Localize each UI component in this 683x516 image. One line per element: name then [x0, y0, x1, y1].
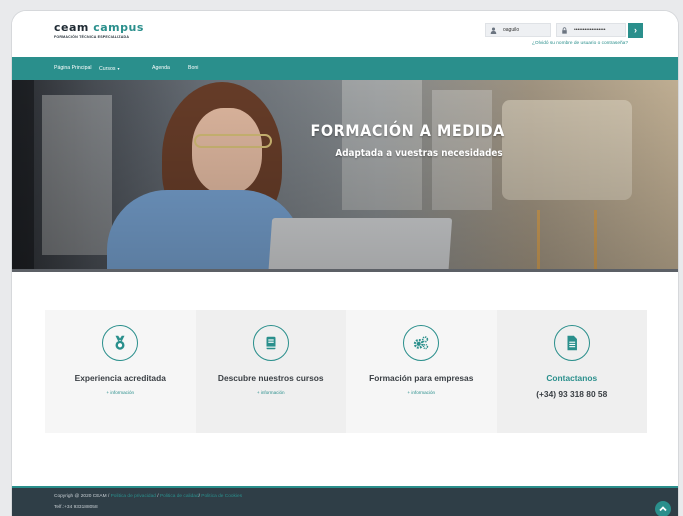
footer-phone: Telf.:+34 933188058	[54, 505, 98, 510]
nav-item-label: Página Principal	[54, 65, 92, 71]
privacy-policy-link[interactable]: Politica de privacidad	[111, 494, 156, 499]
hero-bottom-border	[12, 269, 678, 272]
feature-icon-circle	[403, 325, 440, 361]
gears-icon	[414, 336, 429, 350]
more-info-link[interactable]: + información	[407, 390, 435, 395]
nav-item-label: Agenda	[152, 65, 170, 71]
scroll-to-top-button[interactable]	[655, 501, 671, 516]
features-section: Experiencia acreditada + información Des…	[45, 310, 647, 433]
cookies-policy-link[interactable]: Politica de Cookies	[201, 494, 242, 499]
forgot-credentials-link[interactable]: ¿Olvidó su nombre de usuario o contraseñ…	[532, 41, 628, 46]
feature-card-contact: Contactanos (+34) 93 318 80 58	[496, 310, 647, 433]
document-icon	[567, 335, 577, 351]
hero-subtitle: Adaptada a vuestras necesidades	[335, 148, 503, 159]
contact-phone: (+34) 93 318 80 58	[536, 389, 608, 399]
feature-icon-circle	[252, 325, 289, 361]
lock-icon	[561, 26, 568, 34]
logo-wordmark: ceam campus	[54, 22, 144, 34]
book-icon	[266, 336, 276, 350]
more-info-link[interactable]: + información	[106, 390, 134, 395]
nav-item-home[interactable]: Página Principal	[54, 57, 92, 80]
feature-icon-circle	[553, 325, 590, 361]
feature-title: Experiencia acreditada	[74, 373, 166, 383]
quality-policy-link[interactable]: Politica de calidad	[160, 494, 199, 499]
medal-icon	[115, 335, 125, 350]
nav-item-label: Boni	[188, 65, 199, 71]
footer-links-row: Copyrigh @ 2020 CEAM / Politica de priva…	[54, 494, 242, 499]
nav-item-label: Cursos	[99, 66, 116, 72]
hero-banner: FORMACIÓN A MEDIDA Adaptada a vuestras n…	[12, 80, 678, 272]
caret-down-icon: ▾	[117, 66, 120, 71]
password-field[interactable]	[556, 23, 626, 37]
site-logo[interactable]: ceam campus FORMACIÓN TÉCNICA ESPECIALIZ…	[54, 22, 144, 40]
login-form: ›	[485, 22, 643, 38]
username-field[interactable]	[485, 23, 553, 37]
login-submit-button[interactable]: ›	[628, 22, 643, 38]
password-input[interactable]	[574, 27, 624, 33]
logo-word-ceam: ceam	[54, 21, 94, 34]
browser-page: ceam campus FORMACIÓN TÉCNICA ESPECIALIZ…	[12, 11, 678, 516]
chevron-up-icon	[659, 506, 667, 512]
feature-card-experience: Experiencia acreditada + información	[45, 310, 196, 433]
logo-tagline: FORMACIÓN TÉCNICA ESPECIALIZADA	[54, 35, 130, 39]
nav-item-boni[interactable]: Boni	[188, 57, 198, 80]
site-footer: Copyrigh @ 2020 CEAM / Politica de priva…	[12, 486, 678, 516]
user-icon	[490, 27, 497, 34]
nav-item-courses[interactable]: Cursos ▾	[99, 57, 119, 80]
nav-item-agenda[interactable]: Agenda	[152, 57, 170, 80]
username-input[interactable]	[503, 27, 553, 33]
logo-word-campus: campus	[93, 21, 144, 34]
feature-title: Formación para empresas	[369, 373, 474, 383]
feature-card-companies: Formación para empresas + información	[346, 310, 497, 433]
more-info-link[interactable]: + información	[257, 390, 285, 395]
chevron-right-icon: ›	[634, 24, 637, 35]
hero-overlay	[12, 80, 678, 272]
feature-title: Descubre nuestros cursos	[217, 373, 324, 383]
feature-icon-circle	[102, 325, 139, 361]
hero-title: FORMACIÓN A MEDIDA	[310, 121, 505, 140]
contact-title[interactable]: Contactanos	[546, 373, 597, 383]
footer-copyright: Copyrigh @ 2020 CEAM	[54, 494, 107, 499]
main-nav: Página Principal Cursos ▾ Agenda Boni	[12, 57, 678, 80]
site-header: ceam campus FORMACIÓN TÉCNICA ESPECIALIZ…	[12, 11, 678, 57]
feature-card-courses: Descubre nuestros cursos + información	[195, 310, 346, 433]
